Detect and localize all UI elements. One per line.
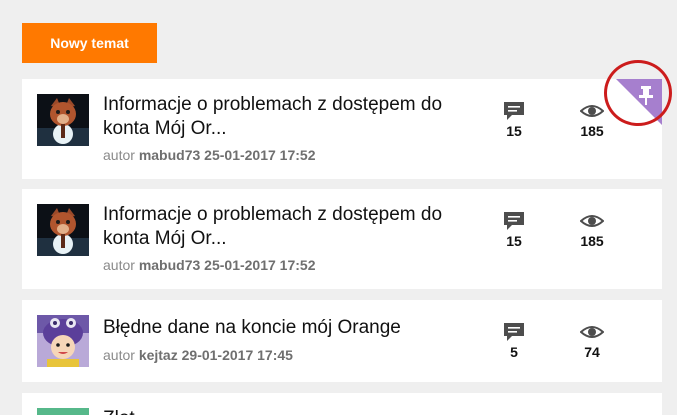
avatar[interactable]: [37, 408, 89, 415]
topic-title-link[interactable]: Informacje o problemach z dostępem do ko…: [103, 93, 483, 141]
views-count: 74: [584, 344, 600, 360]
replies-count: 15: [506, 123, 522, 139]
views-stat: 185: [572, 211, 612, 249]
speech-bubble-icon: [504, 323, 524, 341]
replies-stat: 15: [494, 101, 534, 139]
eye-icon: [580, 326, 604, 338]
topic-row[interactable]: Informacje o problemach z dostępem do ko…: [22, 79, 662, 179]
avatar[interactable]: [37, 315, 89, 367]
topic-row[interactable]: Zlot…: [22, 393, 662, 415]
views-stat: 185: [572, 101, 612, 139]
views-count: 185: [580, 123, 604, 139]
speech-bubble-icon: [504, 102, 524, 120]
pinned-corner-badge: [616, 79, 662, 125]
author-prefix: autor: [103, 347, 135, 363]
topic-title-link[interactable]: Zlot…: [103, 407, 483, 415]
forum-topic-list-page: Nowy temat Informacje o problemach z dos…: [0, 0, 677, 415]
avatar-fox-image: [37, 204, 89, 256]
speech-bubble-icon: [504, 212, 524, 230]
post-date: 25-01-2017 17:52: [204, 147, 316, 163]
new-topic-button[interactable]: Nowy temat: [22, 23, 157, 63]
avatar-image: [37, 408, 89, 415]
avatar-cartoon-girl-image: [37, 315, 89, 367]
eye-icon: [580, 105, 604, 117]
topic-title-link[interactable]: Błędne dane na koncie mój Orange: [103, 316, 483, 340]
topic-meta: autor mabud73 25-01-2017 17:52: [103, 147, 315, 163]
author-link[interactable]: kejtaz: [139, 347, 178, 363]
views-stat: 74: [572, 322, 612, 360]
post-date: 25-01-2017 17:52: [204, 257, 316, 273]
replies-count: 5: [510, 344, 518, 360]
author-prefix: autor: [103, 257, 135, 273]
author-link[interactable]: mabud73: [139, 147, 200, 163]
author-link[interactable]: mabud73: [139, 257, 200, 273]
avatar[interactable]: [37, 94, 89, 146]
replies-count: 15: [506, 233, 522, 249]
avatar-fox-image: [37, 94, 89, 146]
topic-row[interactable]: Informacje o problemach z dostępem do ko…: [22, 189, 662, 289]
views-count: 185: [580, 233, 604, 249]
replies-stat: 15: [494, 211, 534, 249]
author-prefix: autor: [103, 147, 135, 163]
topic-meta: autor mabud73 25-01-2017 17:52: [103, 257, 315, 273]
eye-icon: [580, 215, 604, 227]
topic-row[interactable]: Błędne dane na koncie mój Orange autor k…: [22, 300, 662, 382]
post-date: 29-01-2017 17:45: [181, 347, 293, 363]
topic-title-link[interactable]: Informacje o problemach z dostępem do ko…: [103, 203, 483, 251]
avatar[interactable]: [37, 204, 89, 256]
replies-stat: 5: [494, 322, 534, 360]
topic-meta: autor kejtaz 29-01-2017 17:45: [103, 347, 293, 363]
